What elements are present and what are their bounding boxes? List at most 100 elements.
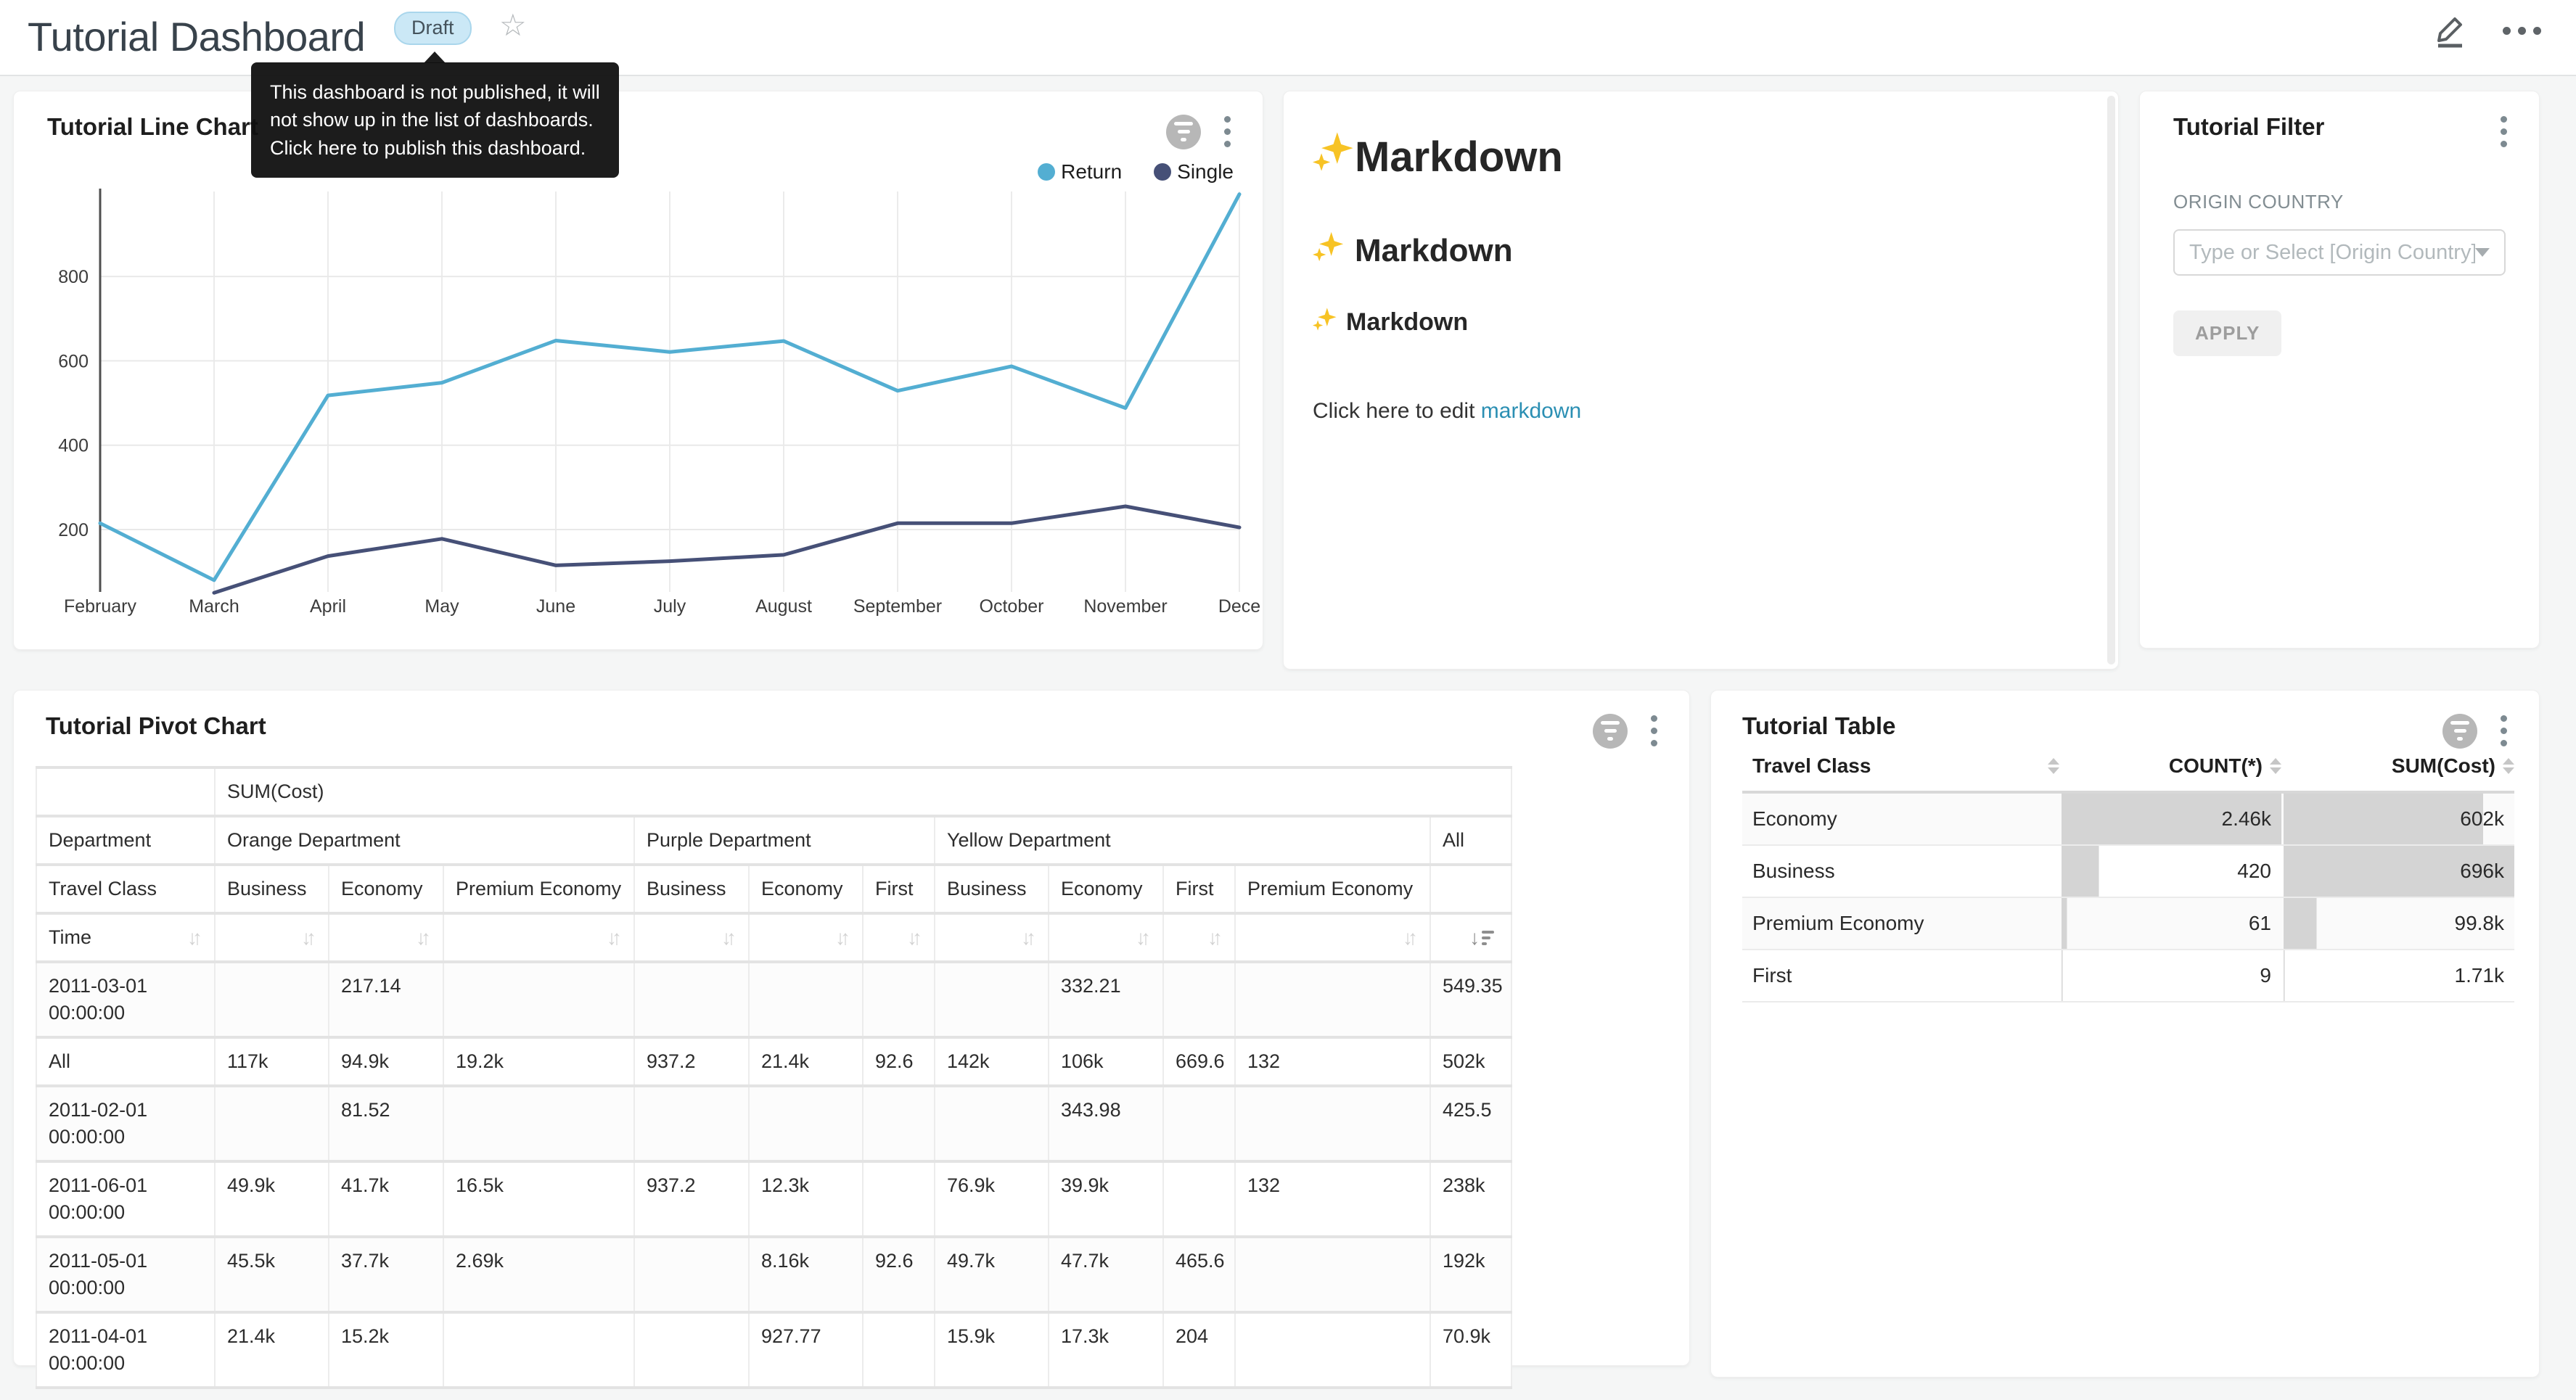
pivot-value-cell: 106k [1049,1037,1163,1086]
sort-icon[interactable]: ↓ [1469,924,1499,951]
pivot-value-cell [634,1237,749,1312]
filter-icon[interactable] [1593,714,1628,749]
column-label: Travel Class [1752,754,1871,778]
pivot-row: 2011-05-01 00:00:0045.5k37.7k2.69k8.16k9… [36,1237,1511,1312]
pivot-value-cell [1163,1161,1235,1237]
pivot-value-cell: 39.9k [1049,1161,1163,1237]
sort-icon[interactable] [2503,758,2514,774]
sort-icon[interactable]: ↓↑ [301,924,316,951]
pivot-value-cell: 937.2 [634,1037,749,1086]
sort-icon[interactable]: ↓↑ [907,924,922,951]
pivot-row: 2011-03-01 00:00:00217.14332.21549.35 [36,962,1511,1037]
pivot-value-cell: 142k [935,1037,1049,1086]
sort-icon[interactable]: ↓↑ [721,924,737,951]
pivot-value-cell: 41.7k [329,1161,443,1237]
pivot-cell: ↓↑ [935,913,1049,962]
pivot-value-cell [215,1086,329,1161]
count-cell: 2.46k [2062,794,2281,844]
pivot-class-header [1430,865,1511,913]
pivot-value-cell: 502k [1430,1037,1511,1086]
travel-class-cell: Business [1742,846,2059,897]
x-axis-tick: March [189,596,239,617]
pivot-value-cell: 204 [1163,1312,1235,1388]
pivot-value-cell: 47.7k [1049,1237,1163,1312]
table-column-header[interactable]: Travel Class [1742,754,2059,792]
pivot-row: 2011-04-01 00:00:0021.4k15.2k927.7715.9k… [36,1312,1511,1388]
pivot-row: All117k94.9k19.2k937.221.4k92.6142k106k6… [36,1037,1511,1086]
pivot-value-cell: 16.5k [443,1161,634,1237]
sort-icon[interactable]: ↓↑ [1136,924,1151,951]
pivot-value-cell [1235,1237,1430,1312]
sparkles-icon [1313,231,1345,271]
apply-button[interactable]: APPLY [2173,310,2281,356]
sort-icon[interactable]: ↓↑ [1021,924,1036,951]
pivot-value-cell [1163,962,1235,1037]
pivot-value-cell: 21.4k [215,1312,329,1388]
x-axis-tick: February [64,596,137,617]
pivot-chart-title: Tutorial Pivot Chart [46,712,266,740]
sort-icon[interactable]: ↓↑ [835,924,850,951]
pivot-class-header: First [1163,865,1235,913]
filter-card-title: Tutorial Filter [2173,113,2324,141]
pivot-value-cell: 19.2k [443,1037,634,1086]
pivot-cell: ↓↑ [863,913,935,962]
pivot-value-cell: 132 [1235,1037,1430,1086]
x-axis-tick: Dece [1218,596,1260,617]
table-column-header[interactable]: SUM(Cost) [2281,754,2514,792]
filter-icon[interactable] [2442,714,2477,749]
pivot-value-cell: 76.9k [935,1161,1049,1237]
markdown-paragraph: Click here to edit markdown [1313,399,2086,424]
pivot-group-header: Orange Department [215,816,634,865]
sparkles-icon [1313,131,1355,183]
x-axis-tick: April [310,596,346,617]
line-series-single [214,506,1239,593]
sparkles-icon [1313,307,1337,338]
markdown-card[interactable]: Markdown Markdown Markdown Click here to… [1283,91,2119,670]
sort-icon[interactable] [2270,758,2281,774]
table-row: Premium Economy6199.8k [1742,897,2514,950]
origin-country-select[interactable]: Type or Select [Origin Country] [2173,229,2506,276]
sort-icon[interactable]: ↓↑ [416,924,431,951]
sort-icon[interactable]: ↓↑ [1403,924,1418,951]
pivot-row-label: 2011-04-01 00:00:00 [36,1312,215,1388]
kebab-menu-icon[interactable] [2498,712,2510,749]
ellipsis-menu-icon[interactable] [2503,14,2541,47]
sort-icon[interactable]: ↓↑ [607,924,622,951]
sort-icon[interactable] [2048,758,2059,774]
pivot-cell: Department [36,816,215,865]
kebab-menu-icon[interactable] [2498,113,2510,150]
pivot-cell: ↓↑ [443,913,634,962]
pivot-value-cell [749,962,863,1037]
x-axis-tick: October [980,596,1044,617]
y-axis-tick: 200 [58,520,89,540]
pivot-value-cell [634,1086,749,1161]
pivot-row-label: All [36,1037,215,1086]
count-cell: 61 [2062,898,2281,949]
pivot-class-header: Economy [329,865,443,913]
table-column-header[interactable]: COUNT(*) [2059,754,2281,792]
data-table: Travel ClassCOUNT(*)SUM(Cost)Economy2.46… [1742,754,2514,1002]
pivot-row: 2011-02-01 00:00:0081.52343.98425.5 [36,1086,1511,1161]
pivot-value-cell [443,1312,634,1388]
kebab-menu-icon[interactable] [1648,712,1660,749]
pivot-value-cell: 937.2 [634,1161,749,1237]
sort-icon[interactable]: ↓↑ [187,924,202,951]
markdown-link[interactable]: markdown [1481,399,1581,423]
markdown-h3: Markdown [1313,307,2086,338]
edit-pencil-icon[interactable] [2433,13,2468,48]
sort-icon[interactable]: ↓↑ [1207,924,1223,951]
header-actions [2433,13,2541,48]
pivot-value-cell [935,962,1049,1037]
status-badge[interactable]: Draft [394,12,472,45]
pivot-cell: ↓↑ [749,913,863,962]
pivot-value-cell [749,1086,863,1161]
page-title: Tutorial Dashboard [28,13,365,60]
table-row: First91.71k [1742,950,2514,1002]
sum-cost-cell: 696k [2284,846,2514,897]
pivot-cell: ↓↑ [329,913,443,962]
sum-cost-cell: 1.71k [2284,950,2514,1001]
star-icon[interactable]: ☆ [499,9,527,42]
scrollbar[interactable] [2107,96,2115,664]
publish-tooltip[interactable]: This dashboard is not published, it will… [251,62,619,178]
pivot-cell: ↓↑ [1049,913,1163,962]
